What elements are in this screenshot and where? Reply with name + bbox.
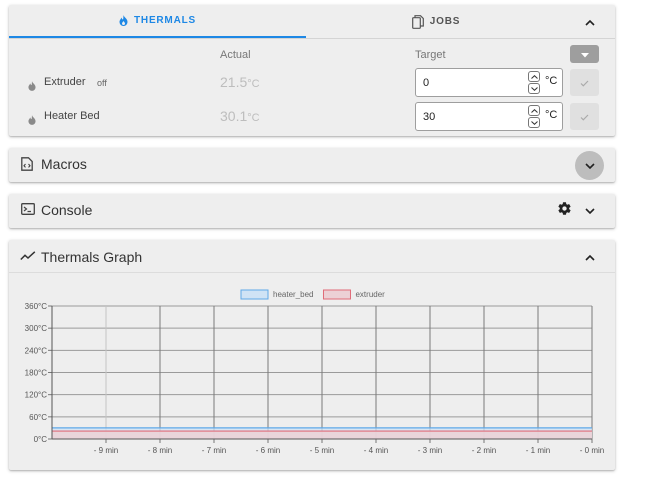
target-unit: °C	[545, 75, 558, 87]
x-tick-label: - 8 min	[148, 446, 172, 455]
check-icon	[580, 74, 589, 92]
console-icon	[21, 203, 35, 215]
y-tick-label: 240°C	[25, 346, 48, 355]
apply-target-button[interactable]	[570, 103, 599, 130]
chevron-down-icon	[585, 202, 595, 220]
tab-thermals[interactable]: THERMALS	[9, 5, 306, 38]
actual-value: 30.1	[220, 108, 248, 124]
tab-divider	[9, 38, 615, 39]
y-tick-label: 0°C	[34, 435, 48, 444]
thermals-graph-panel: Thermals Graph 0°C 60°C 120°C 180°C 240°C 300…	[9, 240, 615, 470]
y-tick-label: 300°C	[25, 324, 48, 333]
actual-column-header: Actual	[220, 49, 251, 61]
thermals-collapse-button[interactable]	[578, 10, 602, 34]
fire-icon	[28, 78, 36, 96]
chevron-up-icon	[585, 13, 595, 31]
graph-header[interactable]: Thermals Graph	[9, 240, 615, 273]
console-expand-button[interactable]	[578, 199, 602, 223]
console-settings-button[interactable]	[554, 201, 574, 221]
x-tick-label: - 4 min	[364, 446, 388, 455]
heater-row-extruder: Extruder off 21.5°C °C	[9, 68, 615, 98]
presets-dropdown-button[interactable]	[570, 45, 599, 63]
check-icon	[580, 108, 589, 126]
target-field: °C	[415, 68, 563, 97]
macros-panel[interactable]: Macros	[9, 148, 615, 182]
target-column-header: Target	[415, 49, 446, 61]
target-unit: °C	[545, 109, 558, 121]
chevron-down-icon	[584, 157, 595, 175]
target-input-heater-bed[interactable]	[423, 109, 523, 125]
tab-thermals-label: THERMALS	[134, 15, 196, 26]
graph-title: Thermals Graph	[41, 249, 143, 265]
increment-button[interactable]	[528, 71, 540, 82]
heater-state: off	[97, 78, 107, 88]
x-tick-label: - 3 min	[418, 446, 442, 455]
heater-row-heater-bed: Heater Bed 30.1°C °C	[9, 102, 615, 132]
fire-icon	[28, 112, 36, 130]
chevron-up-icon	[585, 248, 595, 266]
macros-expand-button[interactable]	[575, 151, 604, 180]
actual-unit: °C	[247, 112, 260, 124]
legend-swatch-extruder	[322, 289, 351, 300]
actual-temperature: 30.1°C	[220, 108, 260, 124]
x-tick-label: - 0 min	[580, 446, 604, 455]
actual-value: 21.5	[220, 74, 248, 90]
x-tick-label: - 9 min	[94, 446, 118, 455]
x-tick-label: - 7 min	[202, 446, 226, 455]
x-tick-label: - 6 min	[256, 446, 280, 455]
y-tick-label: 120°C	[25, 391, 48, 400]
actual-unit: °C	[247, 78, 260, 90]
decrement-button[interactable]	[528, 117, 540, 128]
fire-icon	[119, 15, 128, 26]
legend-swatch-heater_bed	[240, 289, 269, 300]
thermals-card: THERMALS JOBS Actual Target Extruder off…	[9, 5, 615, 136]
increment-button[interactable]	[528, 105, 540, 116]
legend-label-extruder: extruder	[355, 290, 385, 299]
legend-label-heater_bed: heater_bed	[273, 290, 313, 299]
decrement-button[interactable]	[528, 83, 540, 94]
file-copy-icon	[411, 14, 424, 29]
file-code-icon	[21, 157, 33, 171]
chart-line-icon	[20, 251, 36, 261]
actual-temperature: 21.5°C	[220, 74, 260, 90]
tab-jobs-label: JOBS	[429, 16, 461, 27]
apply-target-button[interactable]	[570, 69, 599, 96]
tab-jobs[interactable]: JOBS	[306, 5, 566, 38]
y-tick-label: 60°C	[29, 413, 47, 422]
heater-name: Heater Bed	[44, 110, 100, 122]
x-tick-label: - 5 min	[310, 446, 334, 455]
gear-icon	[557, 201, 572, 221]
series-area-extruder	[52, 431, 592, 439]
y-tick-label: 360°C	[25, 302, 48, 311]
x-tick-label: - 2 min	[472, 446, 496, 455]
tab-bar: THERMALS JOBS	[9, 5, 615, 38]
y-tick-label: 180°C	[25, 369, 48, 378]
console-panel[interactable]: Console	[9, 194, 615, 228]
graph-collapse-button[interactable]	[578, 245, 602, 269]
x-tick-label: - 1 min	[526, 446, 550, 455]
target-field: °C	[415, 102, 563, 131]
heater-name: Extruder	[44, 76, 86, 88]
thermals-chart: 0°C 60°C 120°C 180°C 240°C 300°C 360°C - 9 min -…	[25, 289, 604, 455]
target-input-extruder[interactable]	[423, 75, 523, 91]
macros-title: Macros	[41, 156, 87, 172]
caret-down-icon	[580, 45, 589, 63]
console-title: Console	[41, 202, 93, 218]
